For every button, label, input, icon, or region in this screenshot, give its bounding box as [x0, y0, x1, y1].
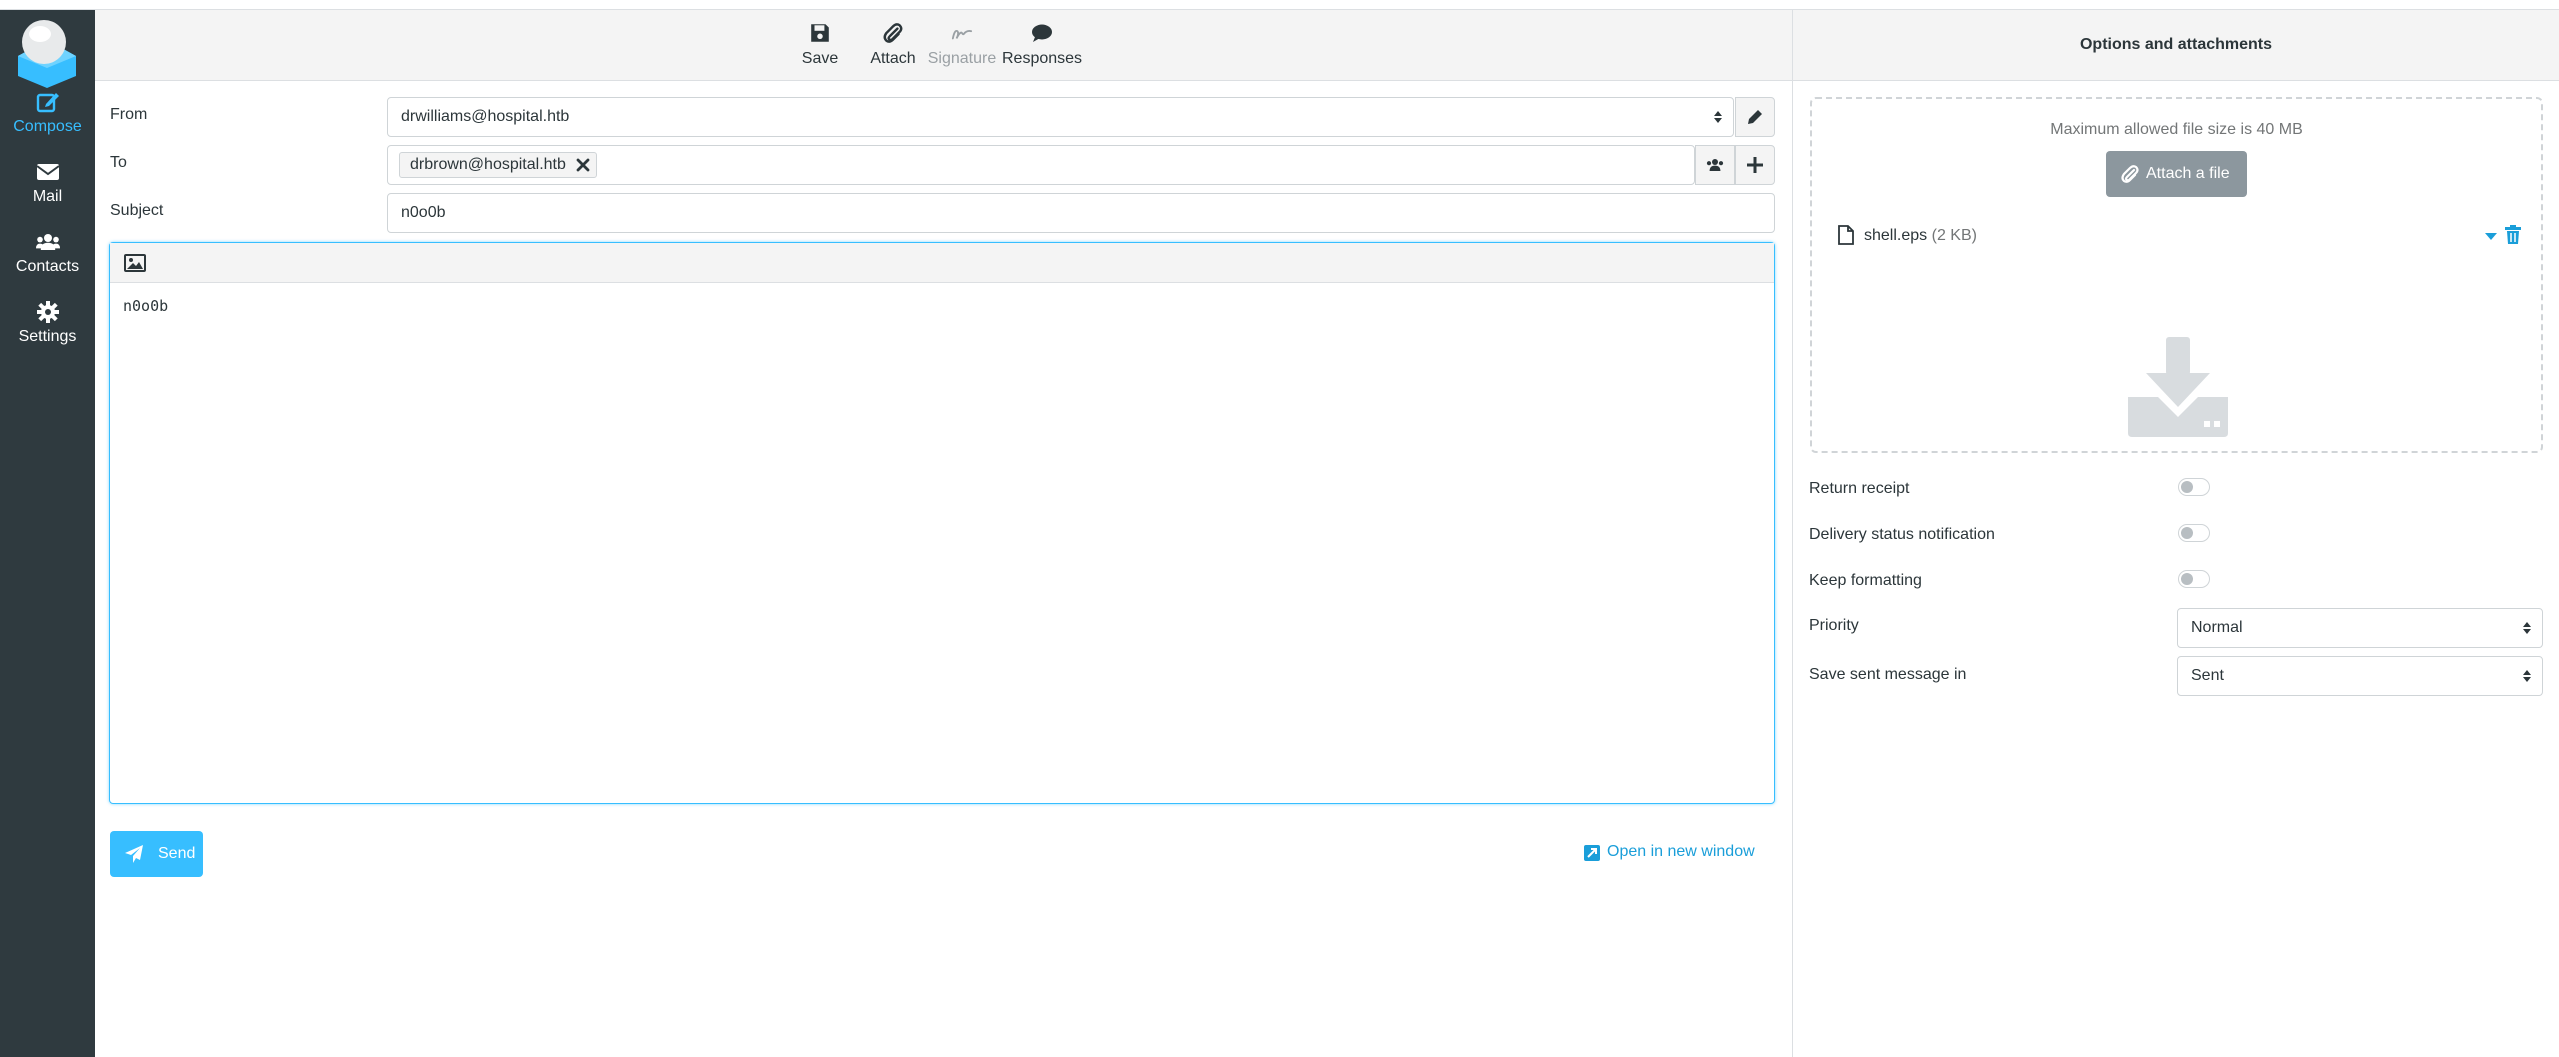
- image-icon[interactable]: [124, 253, 146, 273]
- sidebar-item-contacts[interactable]: Contacts: [0, 230, 95, 296]
- priority-label: Priority: [1809, 617, 1859, 634]
- signature-label: Signature: [927, 50, 997, 67]
- pencil-icon: [1748, 110, 1762, 124]
- paperclip-icon: [2121, 165, 2139, 183]
- sidebar-item-label: Contacts: [15, 258, 80, 275]
- signature-icon: [951, 29, 973, 40]
- trash-icon[interactable]: [2504, 225, 2522, 245]
- sort-icon: [1714, 111, 1722, 123]
- priority-select[interactable]: Normal: [2177, 608, 2543, 648]
- paperclip-icon: [883, 23, 903, 43]
- browser-top-strip: [0, 0, 2559, 10]
- download-icon: [2128, 337, 2228, 437]
- delivery-status-label: Delivery status notification: [1809, 526, 1995, 543]
- subject-label: Subject: [110, 202, 164, 219]
- address-book-button[interactable]: [1695, 145, 1735, 185]
- external-link-icon: [1584, 845, 1600, 861]
- attachment-size: (2 KB): [1931, 227, 1977, 244]
- sidebar-item-mail[interactable]: Mail: [0, 160, 95, 226]
- from-value: drwilliams@hospital.htb: [401, 108, 570, 125]
- delivery-status-toggle[interactable]: [2178, 524, 2210, 542]
- from-select[interactable]: drwilliams@hospital.htb: [387, 97, 1734, 137]
- return-receipt-label: Return receipt: [1809, 480, 1910, 497]
- keep-formatting-toggle[interactable]: [2178, 570, 2210, 588]
- add-header-button[interactable]: [1735, 145, 1775, 185]
- roundcube-logo: [18, 20, 76, 88]
- attach-file-button[interactable]: Attach a file: [2106, 151, 2247, 197]
- save-sent-select[interactable]: Sent: [2177, 656, 2543, 696]
- users-icon: [1706, 159, 1724, 171]
- keep-formatting-label: Keep formatting: [1809, 572, 1922, 589]
- compose-icon: [36, 93, 59, 113]
- compose-toolbar: Save Attach Signature Responses: [95, 10, 1792, 81]
- subject-value: n0o0b: [401, 204, 446, 221]
- sidebar-item-compose[interactable]: Compose: [0, 90, 95, 156]
- paper-plane-icon: [125, 845, 143, 863]
- max-file-size-text: Maximum allowed file size is 40 MB: [2050, 121, 2303, 138]
- sidebar-item-label: Settings: [18, 328, 77, 345]
- comment-icon: [1032, 24, 1052, 42]
- users-icon: [35, 234, 60, 250]
- save-sent-label: Save sent message in: [1809, 666, 1967, 683]
- sort-icon: [2523, 670, 2531, 682]
- sidebar-item-settings[interactable]: Settings: [0, 300, 95, 366]
- send-button[interactable]: Send: [110, 831, 203, 877]
- file-icon: [1838, 225, 1854, 245]
- attach-file-label: Attach a file: [2146, 165, 2230, 182]
- attachment-dropzone[interactable]: Maximum allowed file size is 40 MB Attac…: [1810, 97, 2543, 453]
- signature-button[interactable]: Signature: [927, 22, 997, 76]
- priority-value: Normal: [2191, 619, 2243, 636]
- open-in-new-window-label: Open in new window: [1607, 843, 1755, 860]
- attach-button[interactable]: Attach: [868, 22, 918, 76]
- edit-identity-button[interactable]: [1735, 97, 1775, 137]
- sidebar-item-label: Mail: [32, 188, 63, 205]
- message-body[interactable]: n0o0b: [110, 283, 1774, 329]
- save-button[interactable]: Save: [795, 22, 845, 76]
- remove-recipient-icon[interactable]: [576, 158, 590, 172]
- recipient-chip[interactable]: drbrown@hospital.htb: [399, 152, 597, 178]
- options-header-title: Options and attachments: [1792, 10, 2559, 81]
- return-receipt-toggle[interactable]: [2178, 478, 2210, 496]
- attachment-name-wrap: shell.eps (2 KB): [1864, 227, 1977, 245]
- responses-button[interactable]: Responses: [1002, 22, 1082, 76]
- editor-toolbar: [110, 243, 1774, 283]
- gear-icon: [36, 301, 59, 323]
- save-label: Save: [801, 50, 839, 67]
- message-editor[interactable]: n0o0b: [109, 242, 1775, 804]
- sidebar: Compose Mail Contacts Settings: [0, 10, 95, 1057]
- subject-input[interactable]: n0o0b: [387, 193, 1775, 233]
- send-label: Send: [158, 845, 196, 862]
- open-in-new-window-link[interactable]: Open in new window: [1583, 843, 1755, 861]
- sort-icon: [2523, 622, 2531, 634]
- envelope-icon: [35, 164, 60, 180]
- to-label: To: [110, 154, 127, 171]
- sidebar-item-label: Compose: [13, 118, 82, 135]
- save-sent-value: Sent: [2191, 667, 2224, 684]
- attachment-item: shell.eps (2 KB): [1838, 225, 2521, 247]
- attachment-name: shell.eps: [1864, 227, 1928, 244]
- attach-label: Attach: [870, 50, 916, 67]
- recipient-address: drbrown@hospital.htb: [410, 156, 566, 173]
- plus-icon: [1747, 157, 1763, 173]
- save-icon: [811, 24, 829, 42]
- from-label: From: [110, 106, 148, 123]
- caret-down-icon[interactable]: [2484, 231, 2498, 241]
- responses-label: Responses: [1002, 50, 1083, 67]
